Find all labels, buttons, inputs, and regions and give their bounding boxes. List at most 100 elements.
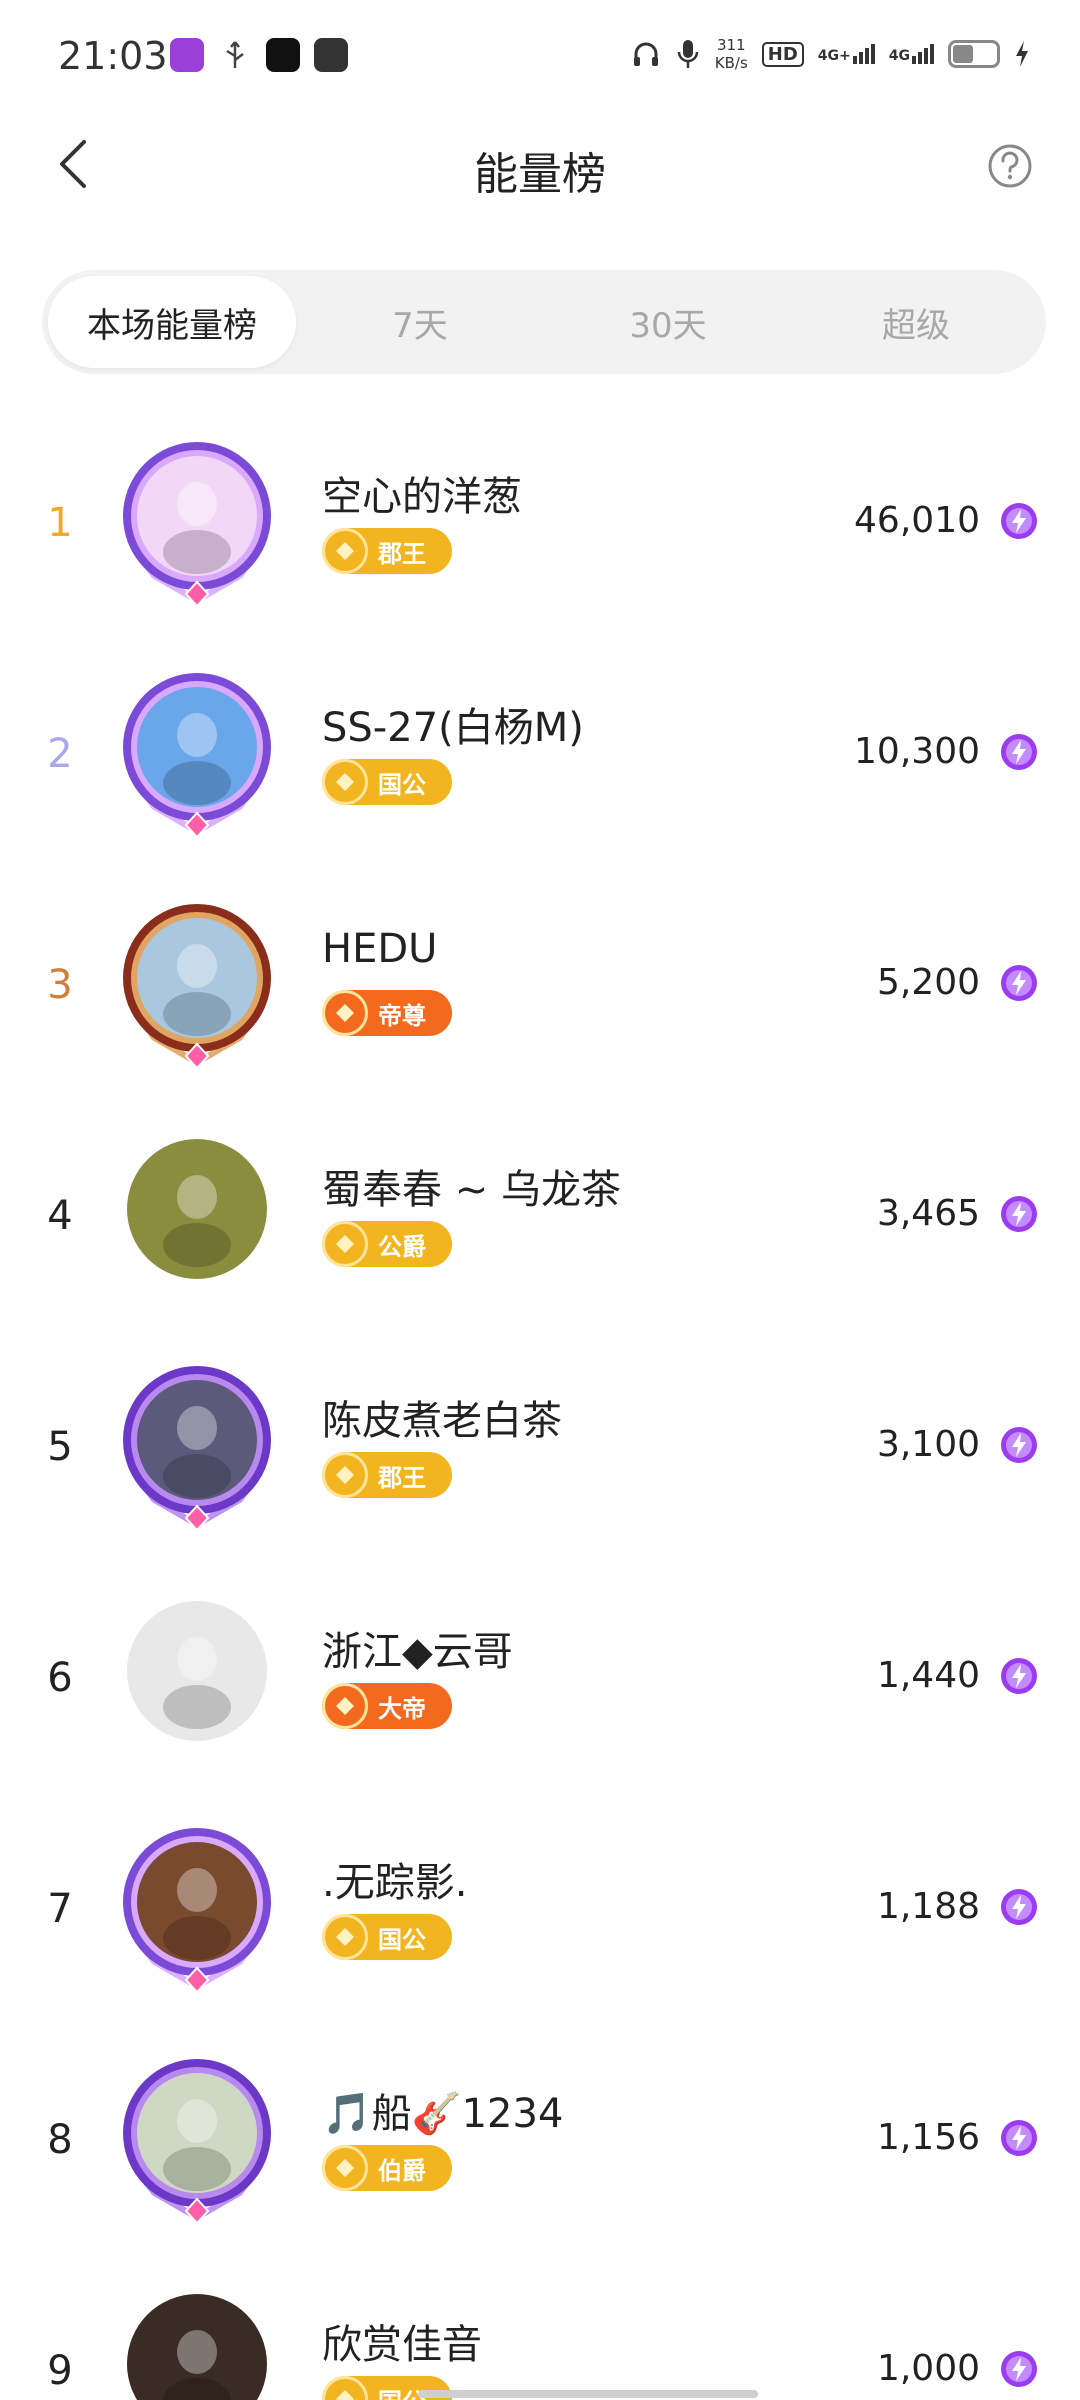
avatar[interactable] [92,671,302,841]
status-bar: 21:03 311 KB/s HD 4G+ 4G [0,0,1080,110]
rank-number: 7 [47,1886,73,1932]
avatar-image [123,442,271,608]
leaderboard-row[interactable]: 9 欣赏佳音 国公 1,000 [0,2288,1080,2400]
usb-icon [226,41,244,68]
energy-bolt-icon [1001,1427,1037,1463]
badge-emblem-icon [322,2145,368,2191]
badge-emblem-icon [322,1683,368,1729]
avatar-image [123,673,271,839]
charging-icon [1016,41,1028,67]
leaderboard-row[interactable]: 1 空心的洋葱 郡王 46,010 [0,440,1080,671]
user-name: 浙江◆云哥 [322,1629,513,1675]
leaderboard-list: 1 空心的洋葱 郡王 46,010 2 SS-27(白杨M) 国公 10,300… [0,440,1080,2400]
energy-score: 3,100 [876,1424,980,1465]
rank-number: 4 [47,1193,73,1239]
badge-label: 国公 [378,1925,426,1954]
rank-badge: 伯爵 [322,2145,452,2191]
period-tabs: 本场能量榜 7天 30天 超级 [42,270,1046,374]
headphones-icon [633,42,658,66]
badge-label: 郡王 [378,539,426,568]
page-title: 能量榜 [474,149,606,200]
home-indicator[interactable] [418,2390,758,2398]
badge-emblem-icon [322,1221,368,1267]
badge-label: 郡王 [378,1463,426,1492]
help-icon[interactable] [986,142,1034,190]
signal-4g-plus-icon: 4G+ [818,44,875,64]
energy-score: 5,200 [876,962,980,1003]
energy-score: 1,156 [876,2117,980,2158]
tiktok-icon [266,38,300,72]
badge-emblem-icon [322,1452,368,1498]
badge-label: 帝尊 [378,1001,426,1030]
avatar[interactable] [92,1133,302,1303]
badge-emblem-icon [322,1914,368,1960]
user-name: .无踪影. [322,1860,468,1906]
network-type-2: 4G [888,48,910,64]
energy-bolt-icon [1001,1889,1037,1925]
microphone-icon [677,40,699,68]
hd-icon: HD [761,41,804,67]
avatar-image [123,1366,271,1532]
leaderboard-row[interactable]: 8 🎵船🎸1234 伯爵 1,156 [0,2057,1080,2288]
avatar[interactable] [92,1364,302,1534]
network-speed: 311 KB/s [715,36,748,72]
avatar[interactable] [92,2288,302,2400]
user-name: 空心的洋葱 [322,474,522,520]
avatar-image [123,904,271,1070]
badge-emblem-icon [322,990,368,1036]
chat-app-icon [314,38,348,72]
tab-current-session[interactable]: 本场能量榜 [48,276,296,368]
rank-number: 1 [47,500,73,546]
energy-score: 46,010 [854,500,980,541]
avatar[interactable] [92,440,302,610]
rank-badge: 郡王 [322,1452,452,1498]
rank-number: 5 [47,1424,73,1470]
leaderboard-row[interactable]: 4 蜀奉春 ~ 乌龙茶 公爵 3,465 [0,1133,1080,1364]
energy-bolt-icon [1001,1658,1037,1694]
avatar[interactable] [92,2057,302,2227]
user-name: SS-27(白杨M) [322,705,584,751]
network-speed-value: 311 [716,36,746,54]
badge-emblem-icon [322,528,368,574]
rank-badge: 郡王 [322,528,452,574]
avatar-image [127,2294,267,2400]
avatar[interactable] [92,902,302,1072]
rank-badge: 国公 [322,1914,452,1960]
badge-label: 公爵 [378,1232,426,1261]
rank-badge: 帝尊 [322,990,452,1036]
energy-bolt-icon [1001,2120,1037,2156]
energy-bolt-icon [1001,2351,1037,2387]
badge-emblem-icon [322,2376,368,2400]
leaderboard-row[interactable]: 6 浙江◆云哥 大帝 1,440 [0,1595,1080,1826]
leaderboard-row[interactable]: 3 HEDU 帝尊 5,200 [0,902,1080,1133]
status-time: 21:03 [58,34,168,78]
tab-7-days[interactable]: 7天 [296,276,544,368]
rank-number: 3 [47,962,73,1008]
rank-number: 8 [47,2117,73,2163]
badge-emblem-icon [322,759,368,805]
rank-badge: 国公 [322,759,452,805]
avatar-image [127,1139,267,1279]
avatar[interactable] [92,1595,302,1765]
header: 能量榜 [0,110,1080,220]
leaderboard-row[interactable]: 2 SS-27(白杨M) 国公 10,300 [0,671,1080,902]
leaderboard-row[interactable]: 7 .无踪影. 国公 1,188 [0,1826,1080,2057]
app-icon-purple [170,38,204,72]
tab-30-days[interactable]: 30天 [544,276,792,368]
system-icons: 311 KB/s HD 4G+ 4G [631,36,1030,72]
user-name: 陈皮煮老白茶 [322,1398,562,1444]
avatar-image [123,1828,271,1994]
rank-number: 9 [47,2348,73,2394]
rank-badge: 公爵 [322,1221,452,1267]
avatar-image [123,2059,271,2225]
badge-label: 国公 [378,770,426,799]
energy-score: 3,465 [876,1193,980,1234]
tab-super[interactable]: 超级 [792,276,1040,368]
energy-bolt-icon [1001,734,1037,770]
user-name: 🎵船🎸1234 [322,2091,564,2137]
leaderboard-row[interactable]: 5 陈皮煮老白茶 郡王 3,100 [0,1364,1080,1595]
avatar[interactable] [92,1826,302,1996]
rank-badge: 大帝 [322,1683,452,1729]
badge-label: 伯爵 [378,2156,426,2185]
rank-number: 2 [47,731,73,777]
